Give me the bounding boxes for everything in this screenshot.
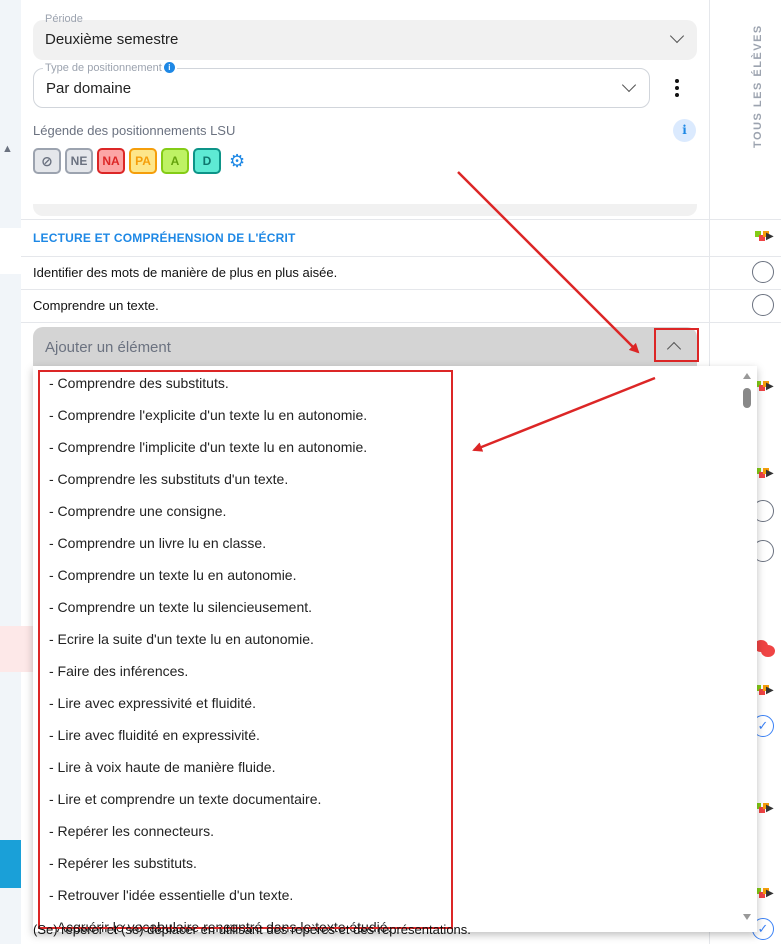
- scrollbar-thumb[interactable]: [743, 388, 751, 408]
- export-icon[interactable]: ▶: [755, 468, 777, 482]
- info-icon[interactable]: i: [163, 62, 175, 73]
- all-students-header[interactable]: TOUS LES ÉLÈVES: [752, 22, 764, 148]
- circle-icon[interactable]: [752, 261, 774, 283]
- scroll-up-arrow-icon[interactable]: [743, 373, 751, 379]
- badge-ne[interactable]: NE: [65, 148, 93, 174]
- circle-icon[interactable]: [752, 294, 774, 316]
- export-icon[interactable]: ▶: [755, 231, 777, 245]
- user-icon[interactable]: ▲: [2, 143, 13, 155]
- add-element-combobox[interactable]: Ajouter un élément: [33, 327, 697, 367]
- gutter-tab[interactable]: [0, 840, 21, 888]
- left-gutter: ▲: [0, 0, 21, 944]
- page: ▲ TOUS LES ÉLÈVES ▶ ▶ ▶ ▶ ✓ ▶ ▶ ✓ Deuxiè…: [0, 0, 781, 944]
- period-select[interactable]: Deuxième semestre: [33, 20, 697, 60]
- badge-na[interactable]: NA: [97, 148, 125, 174]
- period-label: Période: [45, 13, 83, 25]
- lsu-legend-badges: ⊘ NE NA PA A D ⚙: [33, 148, 245, 174]
- positioning-type-select[interactable]: Par domaine: [33, 68, 650, 108]
- gear-icon[interactable]: ⚙: [229, 151, 245, 172]
- competency-row: (Se) repérer et (se) déplacer en utilisa…: [33, 922, 471, 937]
- eye-off-icon[interactable]: ⊘: [33, 148, 61, 174]
- lsu-legend-label: Légende des positionnements LSU: [33, 123, 236, 138]
- chat-icon[interactable]: [754, 640, 776, 658]
- annotation-box-chevron: [654, 328, 699, 362]
- export-icon[interactable]: ▶: [755, 685, 777, 699]
- export-icon[interactable]: ▶: [755, 888, 777, 902]
- export-icon[interactable]: ▶: [755, 803, 777, 817]
- export-icon[interactable]: ▶: [755, 381, 777, 395]
- chevron-down-icon: [623, 80, 635, 92]
- badge-d[interactable]: D: [193, 148, 221, 174]
- chevron-down-icon: [671, 31, 683, 43]
- badge-pa[interactable]: PA: [129, 148, 157, 174]
- kebab-menu-icon[interactable]: [674, 79, 680, 99]
- add-element-placeholder: Ajouter un élément: [45, 339, 171, 356]
- competency-row: Comprendre un texte.: [33, 298, 159, 313]
- info-icon[interactable]: i: [673, 119, 696, 142]
- annotation-box-list: [38, 370, 453, 929]
- positioning-type-label: Type de positionnement i: [43, 62, 177, 74]
- period-value: Deuxième semestre: [45, 31, 179, 48]
- scroll-down-arrow-icon[interactable]: [743, 914, 751, 920]
- panel-bottom: [33, 204, 697, 216]
- badge-a[interactable]: A: [161, 148, 189, 174]
- positioning-type-value: Par domaine: [46, 80, 132, 97]
- competency-row: Identifier des mots de manière de plus e…: [33, 265, 338, 280]
- section-title: LECTURE ET COMPRÉHENSION DE L'ÉCRIT: [33, 231, 296, 245]
